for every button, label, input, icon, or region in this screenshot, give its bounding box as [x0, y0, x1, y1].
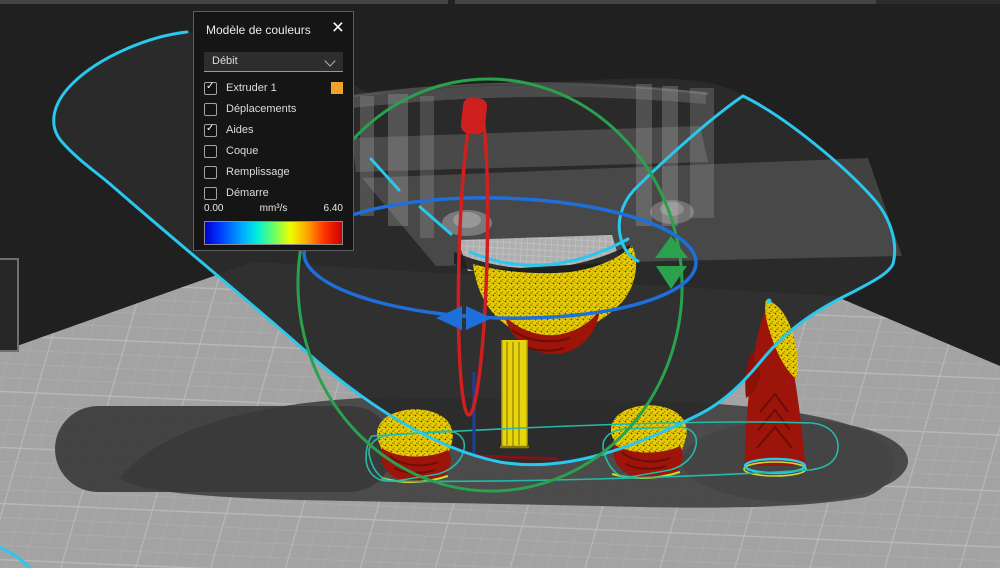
checkbox-helpers[interactable]: [204, 124, 217, 137]
checkbox-extruder1[interactable]: [204, 82, 217, 95]
toolbar-edge-strip-right: [876, 0, 1000, 4]
color-scheme-dropdown[interactable]: Débit: [204, 52, 343, 72]
color-scheme-panel: Modèle de couleurs × Débit Extruder 1 Dé…: [193, 11, 354, 251]
panel-title: Modèle de couleurs: [206, 23, 311, 37]
print-preview-scene: [0, 0, 1000, 568]
list-item-label: Coque: [226, 145, 258, 157]
list-item-label: Remplissage: [226, 166, 290, 178]
left-edge-panel[interactable]: [0, 258, 19, 352]
chevron-down-icon: [324, 55, 335, 66]
list-item-infill[interactable]: Remplissage: [204, 163, 343, 184]
layer-type-list: Extruder 1 Déplacements Aides Coque Remp…: [204, 79, 343, 205]
panel-header: Modèle de couleurs ×: [194, 12, 353, 46]
support-column: [500, 340, 529, 447]
list-item-label: Aides: [226, 124, 254, 136]
viewport-3d[interactable]: Modèle de couleurs × Débit Extruder 1 Dé…: [0, 0, 1000, 568]
list-item-label: Extruder 1: [226, 82, 277, 94]
checkbox-infill[interactable]: [204, 166, 217, 179]
checkbox-travels[interactable]: [204, 103, 217, 116]
flow-scale: 0.00 mm³/s 6.40: [204, 203, 343, 217]
list-item-label: Démarre: [226, 187, 269, 199]
list-item-travels[interactable]: Déplacements: [204, 100, 343, 121]
scale-unit: mm³/s: [204, 203, 343, 214]
list-item-starts[interactable]: Démarre: [204, 184, 343, 205]
gizmo-red-grip[interactable]: [460, 97, 488, 135]
dropdown-value: Débit: [212, 55, 238, 67]
list-item-helpers[interactable]: Aides: [204, 121, 343, 142]
list-item-extruder1[interactable]: Extruder 1: [204, 79, 343, 100]
toolbar-edge-strip: [0, 0, 876, 4]
scale-max: 6.40: [324, 203, 343, 214]
checkbox-shell[interactable]: [204, 145, 217, 158]
checkbox-starts[interactable]: [204, 187, 217, 200]
flow-gradient-legend: [204, 221, 343, 245]
extruder-color-swatch: [331, 82, 343, 94]
close-icon[interactable]: ×: [332, 15, 344, 41]
toolbar-edge-gap: [448, 0, 455, 4]
list-item-label: Déplacements: [226, 103, 296, 115]
list-item-shell[interactable]: Coque: [204, 142, 343, 163]
